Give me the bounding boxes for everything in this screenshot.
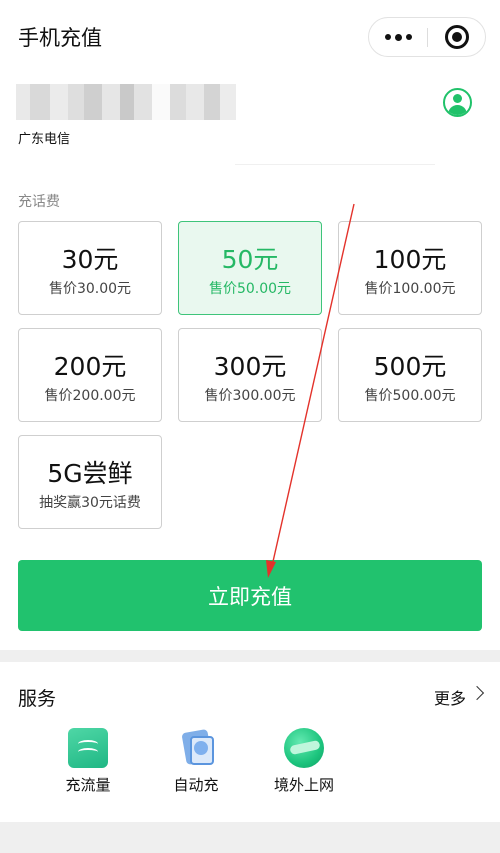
services-section: 服务 更多 充流量 自动充 境外上网	[0, 662, 500, 822]
nav-bar: 手机充值	[0, 0, 500, 70]
service-label: 自动充	[173, 776, 219, 794]
recharge-panel: 广东电信 充话费 30元 售价30.00元 50元 售价50.00元 100元 …	[0, 70, 500, 650]
option-200[interactable]: 200元 售价200.00元	[18, 328, 162, 422]
service-auto-recharge[interactable]: 自动充	[151, 728, 241, 798]
target-close-icon[interactable]	[445, 25, 469, 49]
option-price: 售价50.00元	[208, 281, 292, 297]
option-amount: 200元	[53, 352, 127, 381]
carrier-label: 广东电信	[18, 132, 71, 147]
option-100[interactable]: 100元 售价100.00元	[338, 221, 482, 315]
option-300[interactable]: 300元 售价300.00元	[178, 328, 322, 422]
data-flow-icon	[68, 728, 108, 768]
option-price: 售价300.00元	[204, 388, 296, 404]
service-roaming[interactable]: 境外上网	[259, 728, 349, 798]
option-5g-trial[interactable]: 5G尝鲜 抽奖赢30元话费	[18, 435, 162, 529]
option-price: 抽奖赢30元话费	[39, 495, 141, 511]
option-amount: 50元	[221, 245, 279, 274]
mini-program-capsule	[368, 17, 486, 57]
section-label-phone-credit: 充话费	[18, 194, 60, 210]
person-icon[interactable]	[443, 88, 472, 117]
option-amount: 30元	[61, 245, 119, 274]
option-amount: 100元	[373, 245, 447, 274]
services-title: 服务	[18, 688, 57, 710]
recharge-now-button[interactable]: 立即充值	[18, 560, 482, 631]
option-30[interactable]: 30元 售价30.00元	[18, 221, 162, 315]
option-50-selected[interactable]: 50元 售价50.00元	[178, 221, 322, 315]
option-amount: 5G尝鲜	[47, 459, 133, 488]
auto-recharge-icon	[176, 728, 216, 768]
capsule-divider	[427, 28, 428, 47]
globe-icon	[284, 728, 324, 768]
page-title: 手机充值	[18, 26, 102, 50]
option-amount: 300元	[213, 352, 287, 381]
more-dots-icon[interactable]	[369, 18, 427, 56]
more-link[interactable]: 更多	[434, 685, 466, 709]
option-price: 售价100.00元	[364, 281, 456, 297]
divider	[235, 164, 435, 165]
option-amount: 500元	[373, 352, 447, 381]
option-price: 售价30.00元	[48, 281, 132, 297]
option-500[interactable]: 500元 售价500.00元	[338, 328, 482, 422]
service-label: 充流量	[65, 776, 111, 794]
service-label: 境外上网	[273, 776, 334, 794]
service-data-flow[interactable]: 充流量	[43, 728, 133, 798]
phone-number-blurred[interactable]	[16, 84, 236, 120]
chevron-right-icon[interactable]	[469, 685, 485, 701]
option-price: 售价200.00元	[44, 388, 136, 404]
option-price: 售价500.00元	[364, 388, 456, 404]
